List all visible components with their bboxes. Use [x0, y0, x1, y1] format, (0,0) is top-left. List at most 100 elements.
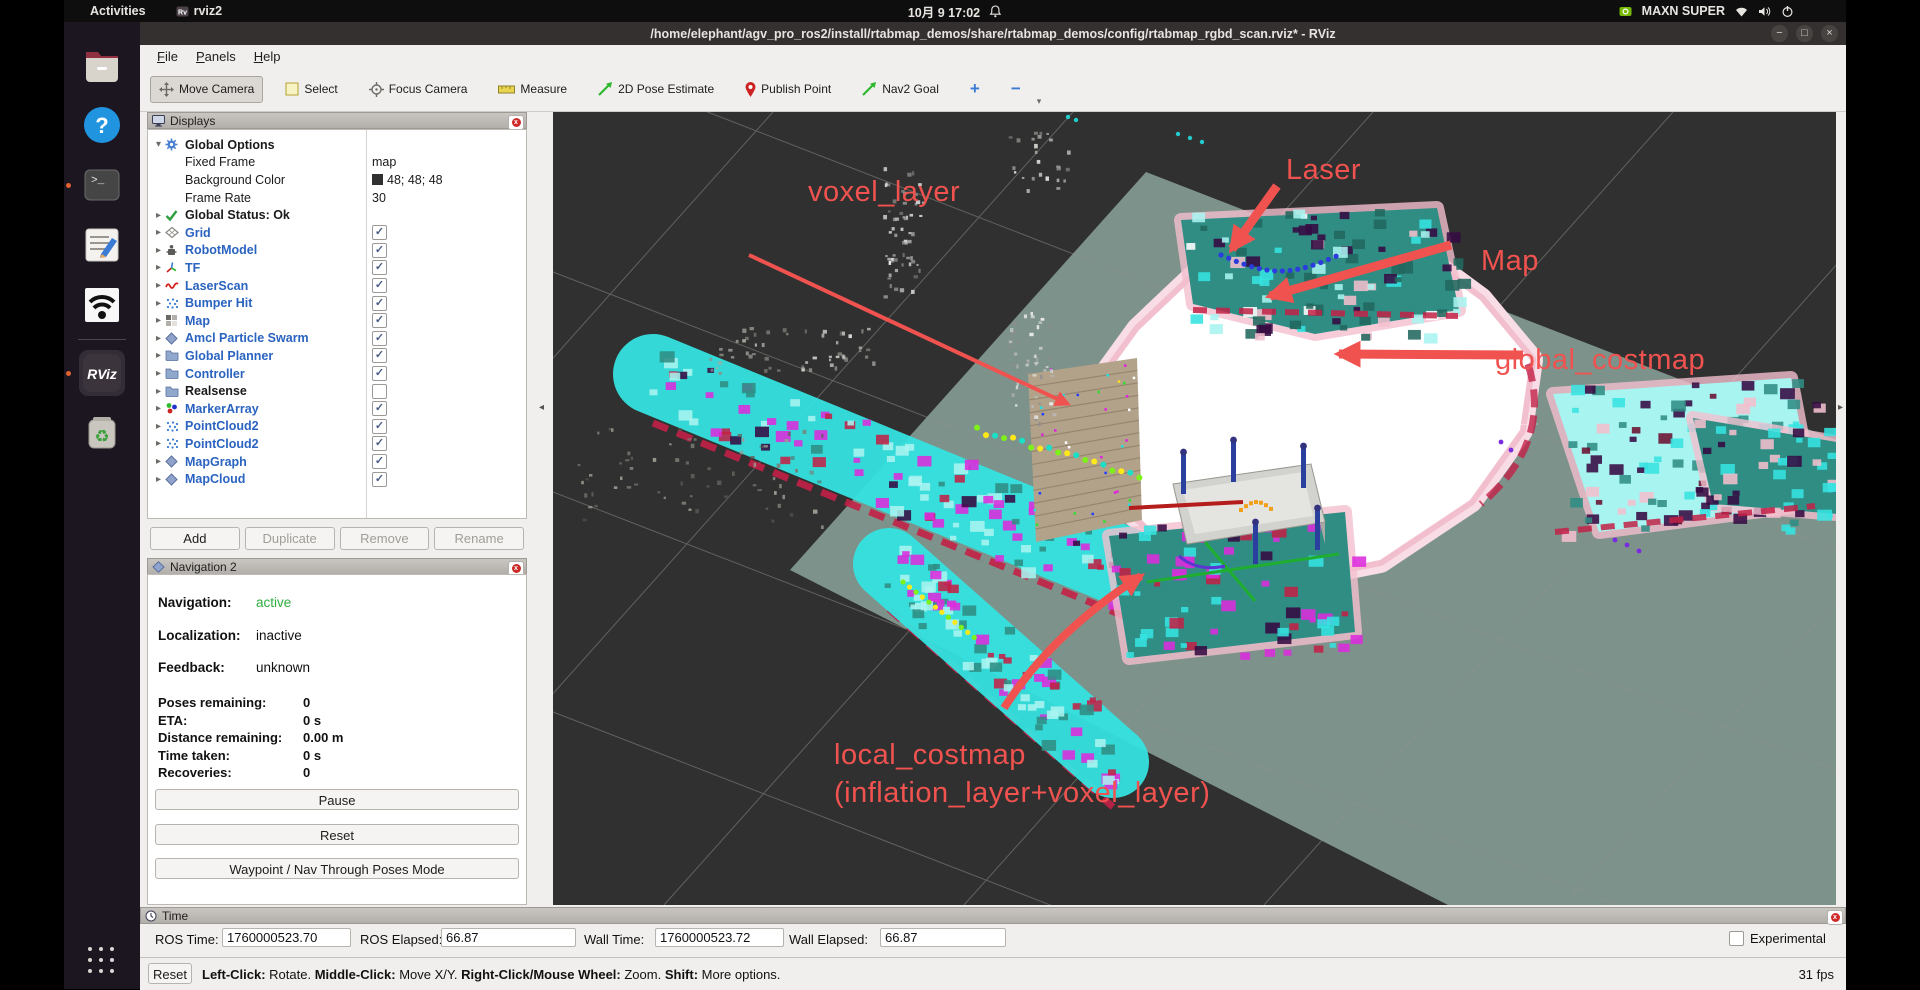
enabled-checkbox[interactable]: ✓	[372, 436, 387, 451]
menu-help[interactable]: Help	[245, 49, 290, 64]
enabled-checkbox[interactable]: ✓	[372, 419, 387, 434]
remove-display-button[interactable]: Remove	[340, 527, 430, 550]
display-row-frame-rate[interactable]: Frame Rate30	[148, 189, 526, 207]
rviz-dock-item[interactable]: RViz	[79, 350, 125, 396]
display-row-background-color[interactable]: Background Color48; 48; 48	[148, 171, 526, 189]
display-row-global-options[interactable]: ▾Global Options	[148, 136, 526, 154]
expander-icon[interactable]: ▸	[153, 403, 164, 414]
expander-icon[interactable]: ▸	[153, 368, 164, 379]
enabled-checkbox[interactable]: ✓	[372, 296, 387, 311]
property-value[interactable]: 48; 48; 48	[387, 173, 443, 187]
displays-tree[interactable]: ▾Global OptionsFixed FramemapBackground …	[147, 129, 527, 519]
display-row-global-status-ok[interactable]: ▸Global Status: Ok	[148, 206, 526, 224]
terminal-dock-item[interactable]: >_	[79, 162, 125, 208]
enabled-checkbox[interactable]: ✓	[372, 401, 387, 416]
tool-publish-point[interactable]: Publish Point	[736, 76, 840, 103]
expander-icon[interactable]: ▸	[153, 298, 164, 309]
tool-2d-pose-estimate[interactable]: 2D Pose Estimate	[589, 76, 723, 102]
displays-panel-header[interactable]: Displays x	[147, 112, 527, 129]
expander-icon[interactable]: ▸	[153, 262, 164, 273]
reset-nav-button[interactable]: Reset	[155, 824, 519, 845]
display-row-mapcloud[interactable]: ▸MapCloud✓	[148, 470, 526, 488]
enabled-checkbox[interactable]: ✓	[372, 260, 387, 275]
tool-select[interactable]: Select	[276, 76, 346, 102]
display-row-mapgraph[interactable]: ▸MapGraph✓	[148, 453, 526, 471]
display-row-grid[interactable]: ▸Grid✓	[148, 224, 526, 242]
enabled-checkbox[interactable]: ✓	[372, 278, 387, 293]
wall-time-input[interactable]	[655, 928, 784, 947]
expander-icon[interactable]: ▸	[153, 315, 164, 326]
enabled-checkbox[interactable]: ✓	[372, 366, 387, 381]
display-row-map[interactable]: ▸Map✓	[148, 312, 526, 330]
expander-icon[interactable]: ▸	[153, 438, 164, 449]
3d-viewport[interactable]: voxel_layer Laser Map global_costmap loc…	[553, 112, 1836, 905]
enabled-checkbox[interactable]: ✓	[372, 348, 387, 363]
display-row-bumper-hit[interactable]: ▸Bumper Hit✓	[148, 294, 526, 312]
expander-icon[interactable]: ▸	[153, 456, 164, 467]
expander-icon[interactable]: ▸	[153, 280, 164, 291]
enabled-checkbox[interactable]: ✓	[372, 243, 387, 258]
system-status-area[interactable]: MAXN SUPER	[1619, 4, 1794, 18]
expander-icon[interactable]: ▸	[153, 333, 164, 344]
ros-time-input[interactable]	[222, 928, 351, 947]
enabled-checkbox[interactable]: ✓	[372, 454, 387, 469]
display-row-robotmodel[interactable]: ▸RobotModel✓	[148, 242, 526, 260]
files-dock-item[interactable]	[79, 42, 125, 88]
text-editor-dock-item[interactable]	[79, 222, 125, 268]
trash-dock-item[interactable]: ♻	[79, 410, 125, 456]
menu-file[interactable]: File	[148, 49, 187, 64]
display-row-realsense[interactable]: ▸Realsense	[148, 382, 526, 400]
reset-view-button[interactable]: Reset	[148, 963, 192, 984]
display-row-pointcloud2[interactable]: ▸PointCloud2✓	[148, 418, 526, 436]
display-row-global-planner[interactable]: ▸Global Planner✓	[148, 347, 526, 365]
expander-icon[interactable]: ▸	[153, 386, 164, 397]
display-row-pointcloud2[interactable]: ▸PointCloud2✓	[148, 435, 526, 453]
enabled-checkbox[interactable]: ✓	[372, 472, 387, 487]
pause-nav-button[interactable]: Pause	[155, 789, 519, 810]
ros-elapsed-input[interactable]	[441, 928, 576, 947]
minimize-button[interactable]: −	[1771, 25, 1788, 42]
wall-elapsed-input[interactable]	[880, 928, 1006, 947]
display-row-controller[interactable]: ▸Controller✓	[148, 365, 526, 383]
waypoint-nav-button[interactable]: Waypoint / Nav Through Poses Mode	[155, 858, 519, 879]
maximize-button[interactable]: □	[1796, 25, 1813, 42]
display-row-tf[interactable]: ▸TF✓	[148, 259, 526, 277]
tool-measure[interactable]: Measure	[489, 76, 576, 102]
toolbar-overflow-icon[interactable]: ▾	[1037, 96, 1042, 111]
expander-icon[interactable]: ▸	[153, 474, 164, 485]
time-panel-header[interactable]: Time x	[140, 907, 1846, 924]
focused-app-indicator[interactable]: Rv rviz2	[176, 4, 223, 18]
display-row-markerarray[interactable]: ▸MarkerArray✓	[148, 400, 526, 418]
add-display-button[interactable]: Add	[150, 527, 240, 550]
display-row-fixed-frame[interactable]: Fixed Framemap	[148, 154, 526, 172]
right-panel-collapse-handle[interactable]: ▸	[1838, 402, 1843, 413]
expander-icon[interactable]: ▸	[153, 350, 164, 361]
display-row-amcl-particle-swarm[interactable]: ▸Amcl Particle Swarm✓	[148, 330, 526, 348]
property-value[interactable]: 30	[372, 191, 386, 205]
clock-menu[interactable]: 10月 9 17:02	[908, 2, 1002, 21]
tool-focus-camera[interactable]: Focus Camera	[360, 76, 477, 103]
enabled-checkbox[interactable]: ✓	[372, 313, 387, 328]
app-grid-icon[interactable]	[88, 947, 116, 975]
duplicate-display-button[interactable]: Duplicate	[245, 527, 335, 550]
experimental-checkbox[interactable]	[1729, 931, 1744, 946]
expander-icon[interactable]: ▸	[153, 227, 164, 238]
tool-nav2-goal[interactable]: Nav2 Goal	[853, 76, 948, 102]
close-button[interactable]: ×	[1821, 25, 1838, 42]
property-value[interactable]: map	[372, 155, 396, 169]
tool-move-camera[interactable]: Move Camera	[150, 76, 263, 103]
navigation2-panel-header[interactable]: Navigation 2 x	[147, 558, 527, 575]
expander-icon[interactable]: ▸	[153, 245, 164, 256]
title-bar[interactable]: /home/elephant/agv_pro_ros2/install/rtab…	[140, 22, 1846, 46]
menu-panels[interactable]: Panels	[187, 49, 245, 64]
activities-button[interactable]: Activities	[90, 4, 146, 18]
displays-close-button[interactable]: x	[508, 115, 524, 130]
expander-icon[interactable]: ▸	[153, 421, 164, 432]
wifi-analyzer-dock-item[interactable]	[79, 282, 125, 328]
expander-icon[interactable]: ▾	[153, 139, 164, 150]
enabled-checkbox[interactable]: ✓	[372, 225, 387, 240]
display-row-laserscan[interactable]: ▸LaserScan✓	[148, 277, 526, 295]
left-panel-collapse-handle[interactable]: ◂	[539, 402, 544, 413]
tool-remove-tool[interactable]: −	[1002, 73, 1030, 105]
enabled-checkbox[interactable]: ✓	[372, 331, 387, 346]
